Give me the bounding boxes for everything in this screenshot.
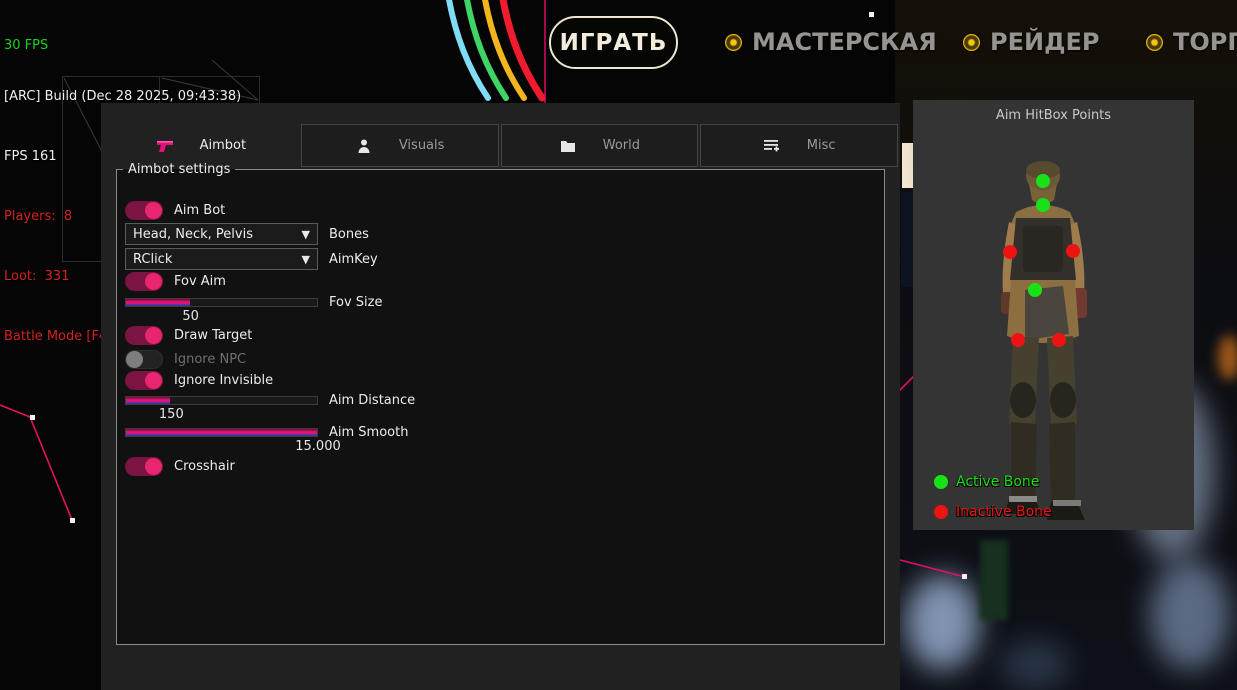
hitbox-point-right-shoulder[interactable]	[1066, 244, 1080, 258]
legend-label: Inactive Bone	[956, 504, 1052, 520]
inactive-bone-dot-icon	[934, 505, 948, 519]
toggle-knob	[145, 273, 162, 290]
draw-target-toggle[interactable]	[125, 326, 163, 345]
toggle-knob	[145, 458, 162, 475]
tab-label: Aimbot	[200, 138, 246, 153]
nav-item-raider[interactable]: РЕЙДЕР	[963, 28, 1099, 56]
hitbox-point-neck[interactable]	[1036, 198, 1050, 212]
coin-icon	[1146, 34, 1163, 51]
aimkey-dropdown-value: RClick	[133, 252, 172, 267]
aimkey-label: AimKey	[329, 252, 378, 267]
hitbox-point-left-thigh[interactable]	[1011, 333, 1025, 347]
hitbox-point-right-thigh[interactable]	[1052, 333, 1066, 347]
player-model-image	[913, 100, 1194, 530]
game-screen: 30 FPS [ARC] Build (Dec 28 2025, 09:43:3…	[0, 0, 1237, 690]
ignore-invisible-label: Ignore Invisible	[174, 373, 273, 388]
bones-label: Bones	[329, 227, 369, 242]
tab-label: World	[603, 138, 640, 153]
aim-smooth-slider[interactable]	[125, 428, 318, 437]
nav-item-workshop[interactable]: МАСТЕРСКАЯ	[725, 28, 937, 56]
crosshair-label: Crosshair	[174, 459, 235, 474]
coin-icon	[725, 34, 742, 51]
nav-item-label: ТОРГО	[1173, 28, 1237, 56]
toggle-knob	[126, 351, 143, 368]
folder-icon	[559, 137, 577, 155]
fov-size-value: 50	[182, 309, 199, 324]
cheat-menu-panel: Aimbot Visuals World	[101, 103, 900, 690]
aim-distance-slider[interactable]	[125, 396, 318, 405]
fov-size-value-row: 50	[125, 311, 318, 324]
tab-world[interactable]: World	[501, 124, 699, 167]
aimkey-dropdown[interactable]: RClick ▼	[125, 248, 318, 270]
scene-light-blob	[1150, 560, 1230, 670]
ignore-npc-label: Ignore NPC	[174, 352, 246, 367]
aim-bot-toggle[interactable]	[125, 201, 163, 220]
tab-aimbot[interactable]: Aimbot	[103, 124, 299, 167]
toggle-knob	[145, 327, 162, 344]
legend-label: Active Bone	[956, 474, 1039, 490]
hitbox-point-head[interactable]	[1036, 174, 1050, 188]
tab-bar: Aimbot Visuals World	[103, 124, 898, 167]
legend-inactive-bone: Inactive Bone	[934, 504, 1052, 520]
bones-dropdown-value: Head, Neck, Pelvis	[133, 227, 253, 242]
scene-orange-glow	[1218, 335, 1237, 380]
slider-fill	[126, 397, 170, 404]
aim-smooth-value-row: 15.000	[125, 441, 318, 454]
fov-aim-label: Fov Aim	[174, 274, 226, 289]
aimbot-settings-group: Aimbot settings Aim Bot Head, Neck, Pelv…	[116, 162, 885, 645]
esp-node-marker	[962, 574, 967, 579]
hitbox-preview-panel: Aim HitBox Points	[913, 100, 1194, 530]
nav-item-label: МАСТЕРСКАЯ	[752, 28, 937, 56]
aim-distance-label: Aim Distance	[329, 393, 415, 408]
aim-smooth-value: 15.000	[295, 439, 341, 454]
pistol-icon	[156, 137, 174, 155]
bones-dropdown[interactable]: Head, Neck, Pelvis ▼	[125, 223, 318, 245]
legend-active-bone: Active Bone	[934, 474, 1039, 490]
hud-fps-counter: 30 FPS	[4, 36, 241, 56]
slider-fill	[126, 429, 317, 436]
group-title: Aimbot settings	[123, 162, 235, 177]
aim-distance-value-row: 150	[125, 409, 318, 422]
toggle-knob	[145, 202, 162, 219]
crosshair-toggle[interactable]	[125, 457, 163, 476]
hitbox-point-left-shoulder[interactable]	[1003, 245, 1017, 259]
coin-icon	[963, 34, 980, 51]
aim-distance-value: 150	[159, 407, 184, 422]
scene-light-blob	[1000, 640, 1070, 690]
play-button[interactable]: ИГРАТЬ	[549, 16, 678, 69]
chevron-down-icon: ▼	[302, 253, 310, 266]
play-button-label: ИГРАТЬ	[560, 30, 668, 56]
aim-bot-label: Aim Bot	[174, 203, 225, 218]
person-icon	[355, 137, 373, 155]
tab-misc[interactable]: Misc	[700, 124, 898, 167]
tab-label: Visuals	[399, 138, 445, 153]
hitbox-point-pelvis[interactable]	[1028, 283, 1042, 297]
toggle-knob	[145, 372, 162, 389]
scene-light-blob	[905, 575, 980, 670]
esp-node-marker	[869, 12, 874, 17]
chevron-down-icon: ▼	[302, 228, 310, 241]
active-bone-dot-icon	[934, 475, 948, 489]
tab-visuals[interactable]: Visuals	[301, 124, 499, 167]
aim-smooth-label: Aim Smooth	[329, 425, 408, 440]
ignore-npc-toggle[interactable]	[125, 350, 163, 369]
fov-size-label: Fov Size	[329, 295, 382, 310]
playlist-add-icon	[763, 137, 781, 155]
slider-fill	[126, 299, 190, 306]
ignore-invisible-toggle[interactable]	[125, 371, 163, 390]
fov-aim-toggle[interactable]	[125, 272, 163, 291]
fov-size-slider[interactable]	[125, 298, 318, 307]
esp-node-marker	[30, 415, 35, 420]
aimbot-controls: Aim Bot Head, Neck, Pelvis ▼ Bones RClic…	[117, 177, 677, 476]
esp-node-marker	[70, 518, 75, 523]
nav-item-label: РЕЙДЕР	[990, 28, 1099, 56]
nav-item-trade[interactable]: ТОРГО	[1146, 28, 1237, 56]
tab-label: Misc	[807, 138, 836, 153]
draw-target-label: Draw Target	[174, 328, 252, 343]
scene-green-sign	[980, 540, 1008, 620]
